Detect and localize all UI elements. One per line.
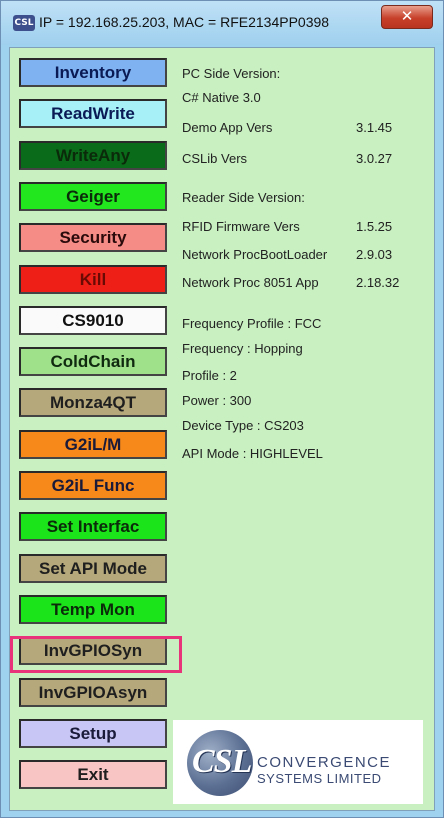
api-mode-text: API Mode : HIGHLEVEL bbox=[182, 446, 323, 461]
cslib-version-value: 3.0.27 bbox=[356, 151, 393, 166]
logo-mark: CSL bbox=[192, 743, 252, 780]
main-window: CSL IP = 192.168.25.203, MAC = RFE2134PP… bbox=[0, 0, 444, 818]
monza4qt-button[interactable]: Monza4QT bbox=[19, 388, 167, 417]
logo-text-line1: CONVERGENCE bbox=[257, 754, 392, 771]
set-api-mode-button[interactable]: Set API Mode bbox=[19, 554, 167, 583]
inventory-button[interactable]: Inventory bbox=[19, 58, 167, 87]
coldchain-button[interactable]: ColdChain bbox=[19, 347, 167, 376]
demo-app-version-value: 3.1.45 bbox=[356, 120, 393, 135]
title-bar[interactable]: CSL IP = 192.168.25.203, MAC = RFE2134PP… bbox=[1, 1, 443, 45]
security-button[interactable]: Security bbox=[19, 223, 167, 252]
readwrite-button[interactable]: ReadWrite bbox=[19, 99, 167, 128]
app-8051-value: 2.18.32 bbox=[356, 275, 400, 290]
exit-button[interactable]: Exit bbox=[19, 760, 167, 789]
selection-highlight bbox=[10, 636, 182, 673]
cs9010-button[interactable]: CS9010 bbox=[19, 306, 167, 335]
client-area: Inventory ReadWrite WriteAny Geiger Security… bbox=[9, 47, 435, 811]
logo-text-line2: SYSTEMS LIMITED bbox=[257, 771, 382, 786]
company-logo: CSL CONVERGENCE SYSTEMS LIMITED bbox=[173, 720, 423, 804]
setup-button[interactable]: Setup bbox=[19, 719, 167, 748]
bootloader-label: Network ProcBootLoader bbox=[182, 247, 328, 262]
geiger-button[interactable]: Geiger bbox=[19, 182, 167, 211]
frequency-profile-text: Frequency Profile : FCC bbox=[182, 316, 322, 331]
writeany-button[interactable]: WriteAny bbox=[19, 141, 167, 170]
frequency-text: Frequency : Hopping bbox=[182, 341, 303, 356]
close-button[interactable]: ✕ bbox=[381, 5, 433, 29]
cslib-version-label: CSLib Vers bbox=[182, 151, 248, 166]
power-text: Power : 300 bbox=[182, 393, 252, 408]
rfid-firmware-label: RFID Firmware Vers bbox=[182, 219, 300, 234]
kill-button[interactable]: Kill bbox=[19, 265, 167, 294]
close-icon: ✕ bbox=[400, 7, 414, 25]
bootloader-value: 2.9.03 bbox=[356, 247, 393, 262]
set-interfac-button[interactable]: Set Interfac bbox=[19, 512, 167, 541]
invgpioasyn-button[interactable]: InvGPIOAsyn bbox=[19, 678, 167, 707]
csl-app-icon: CSL bbox=[13, 15, 35, 31]
profile-text: Profile : 2 bbox=[182, 368, 237, 383]
window-title: IP = 192.168.25.203, MAC = RFE2134PP0398 bbox=[39, 14, 330, 30]
temp-mon-button[interactable]: Temp Mon bbox=[19, 595, 167, 624]
rfid-firmware-value: 1.5.25 bbox=[356, 219, 393, 234]
pc-side-header: PC Side Version: bbox=[182, 66, 281, 81]
pc-native-text: C# Native 3.0 bbox=[182, 90, 261, 105]
demo-app-version-label: Demo App Vers bbox=[182, 120, 273, 135]
g2il-m-button[interactable]: G2iL/M bbox=[19, 430, 167, 459]
g2il-func-button[interactable]: G2iL Func bbox=[19, 471, 167, 500]
reader-side-header: Reader Side Version: bbox=[182, 190, 305, 205]
app-8051-label: Network Proc 8051 App bbox=[182, 275, 319, 290]
device-type-text: Device Type : CS203 bbox=[182, 418, 304, 433]
